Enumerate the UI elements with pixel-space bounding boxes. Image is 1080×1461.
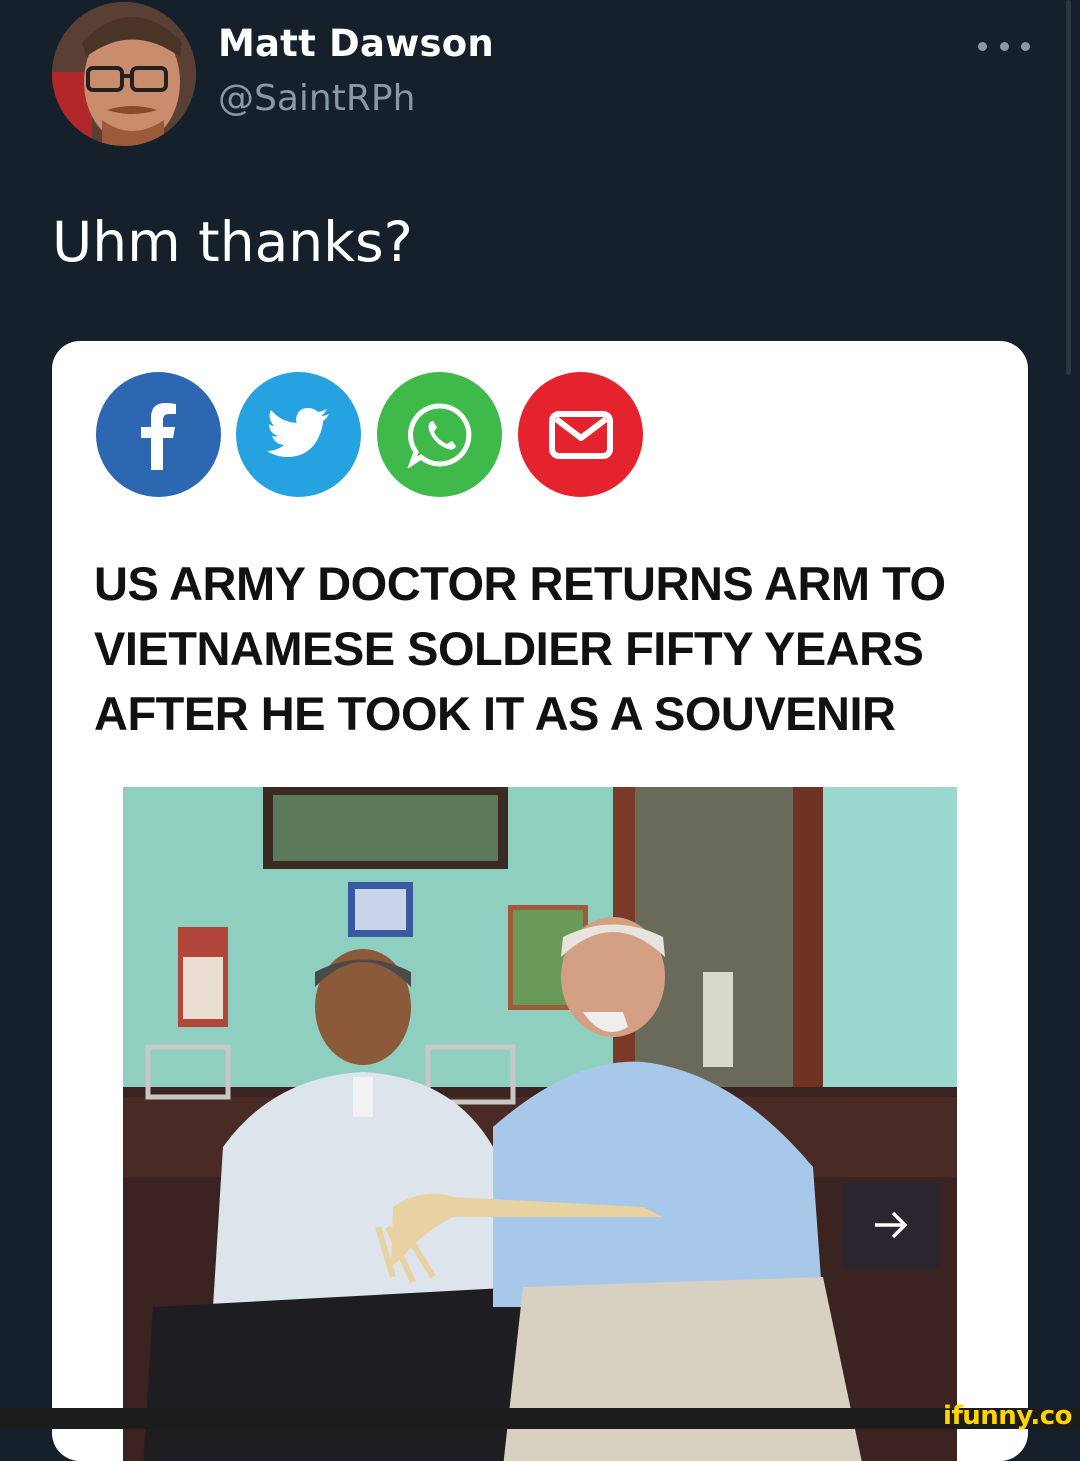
headline-line-1: US ARMY DOCTOR RETURNS ARM TO xyxy=(94,557,946,610)
twitter-share-button[interactable] xyxy=(236,372,361,497)
email-share-button[interactable] xyxy=(518,372,643,497)
mail-icon xyxy=(548,410,613,459)
tweet-text: Uhm thanks? xyxy=(52,210,413,274)
watermark: ifunny.co xyxy=(943,1401,1072,1431)
whatsapp-icon xyxy=(407,402,471,468)
more-options-icon[interactable] xyxy=(978,32,1030,60)
article-photo xyxy=(123,787,957,1461)
user-handle[interactable]: @SaintRPh xyxy=(218,78,415,119)
twitter-icon xyxy=(266,407,329,457)
bottom-bar xyxy=(0,1408,1080,1429)
avatar[interactable] xyxy=(52,2,196,146)
tweet-header: Matt Dawson @SaintRPh xyxy=(0,0,1080,160)
facebook-share-button[interactable] xyxy=(96,372,221,497)
display-name[interactable]: Matt Dawson xyxy=(218,22,494,65)
headline-line-3: AFTER HE TOOK IT AS A SOUVENIR xyxy=(94,687,896,740)
attached-image[interactable]: US ARMY DOCTOR RETURNS ARM TO VIETNAMESE… xyxy=(52,341,1028,1461)
article-headline: US ARMY DOCTOR RETURNS ARM TO VIETNAMESE… xyxy=(94,551,994,746)
facebook-icon xyxy=(140,402,176,470)
whatsapp-share-button[interactable] xyxy=(377,372,502,497)
scrollbar[interactable] xyxy=(1066,0,1071,375)
next-arrow-icon[interactable] xyxy=(842,1182,940,1268)
headline-line-2: VIETNAMESE SOLDIER FIFTY YEARS xyxy=(94,622,924,675)
